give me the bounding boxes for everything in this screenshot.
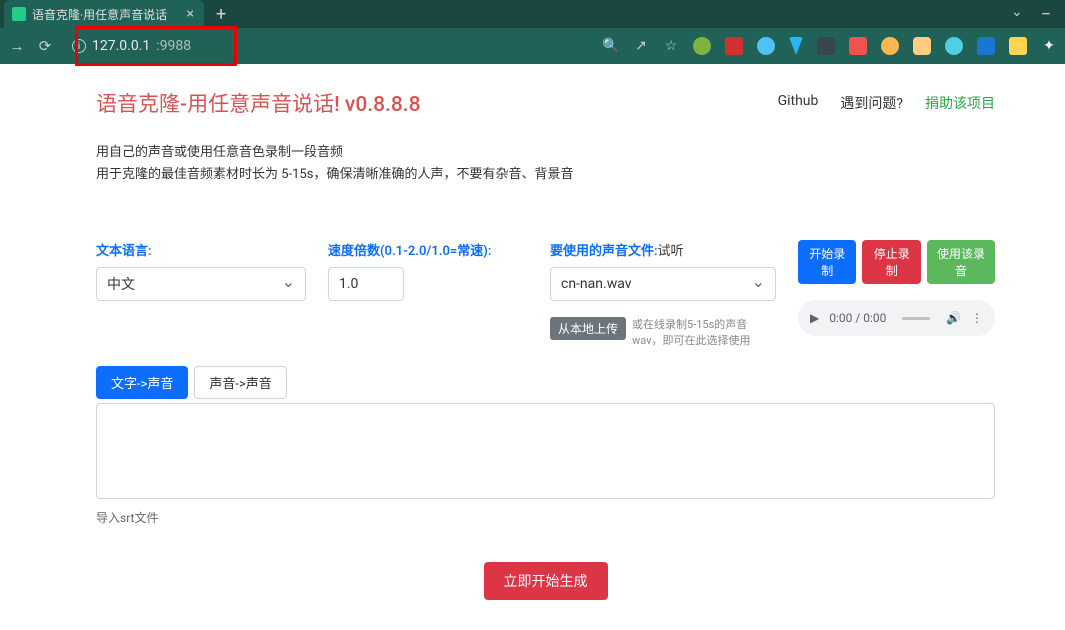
header-links: Github 遇到问题? 捐助该项目 <box>778 93 995 113</box>
audio-track[interactable] <box>902 317 930 320</box>
generate-row: 立即开始生成 <box>96 562 995 600</box>
generate-button[interactable]: 立即开始生成 <box>484 562 608 600</box>
reload-icon[interactable]: ⟳ <box>36 37 54 55</box>
extension-icon-11[interactable] <box>1009 37 1027 55</box>
window-controls: ⌄ − <box>1011 4 1065 25</box>
lang-label: 文本语言: <box>96 240 306 259</box>
description: 用自己的声音或使用任意音色录制一段音频 用于克隆的最佳音频素材时长为 5-15s… <box>96 142 995 186</box>
tab-title: 语音克隆·用任意声音说话 <box>32 6 181 23</box>
speed-column: 速度倍数(0.1-2.0/1.0=常速): <box>328 240 528 348</box>
start-record-button[interactable]: 开始录制 <box>798 240 856 284</box>
audio-player[interactable]: ▶ 0:00 / 0:00 🔊 ⋮ <box>798 300 995 336</box>
window-minimize-icon[interactable]: ⌄ <box>1011 4 1023 25</box>
extensions-puzzle-icon[interactable]: ✦ <box>1041 38 1057 54</box>
voice-column: 要使用的声音文件:试听 cn-nan.wav 从本地上传 或在线录制5-15s的… <box>550 240 776 348</box>
play-icon[interactable]: ▶ <box>810 311 819 325</box>
extension-icon-4[interactable] <box>789 37 803 55</box>
voice-select[interactable]: cn-nan.wav <box>550 267 776 301</box>
tab-close-icon[interactable]: × <box>187 6 194 22</box>
extension-icon-6[interactable] <box>849 37 867 55</box>
tab-text-to-voice[interactable]: 文字->声音 <box>96 366 188 399</box>
text-input[interactable] <box>96 403 995 499</box>
extension-icon-2[interactable] <box>725 37 743 55</box>
description-line2: 用于克隆的最佳音频素材时长为 5-15s，确保清晰准确的人声，不要有杂音、背景音 <box>96 164 995 186</box>
share-icon[interactable]: ↗ <box>633 38 649 54</box>
info-icon: i <box>72 39 86 53</box>
extension-icon-8[interactable] <box>913 37 931 55</box>
upload-hint: 或在线录制5-15s的声音wav，即可在此选择使用 <box>632 317 776 348</box>
address-bar: → ⟳ i 127.0.0.1 :9988 🔍 ↗ ☆ ✦ <box>0 28 1065 64</box>
description-line1: 用自己的声音或使用任意音色录制一段音频 <box>96 142 995 164</box>
page-header: 语音克隆-用任意声音说话! v0.8.8.8 Github 遇到问题? 捐助该项… <box>96 88 995 118</box>
extension-icon-1[interactable] <box>693 37 711 55</box>
page-title: 语音克隆-用任意声音说话! v0.8.8.8 <box>96 88 421 118</box>
audio-time: 0:00 / 0:00 <box>829 311 886 325</box>
browser-tab-bar: 语音克隆·用任意声音说话 × + ⌄ − <box>0 0 1065 28</box>
forward-icon[interactable]: → <box>8 37 26 55</box>
audio-menu-icon[interactable]: ⋮ <box>971 311 983 325</box>
mode-tabs: 文字->声音 声音->声音 <box>96 366 995 399</box>
import-srt-link[interactable]: 导入srt文件 <box>96 509 995 526</box>
url-box[interactable]: i 127.0.0.1 :9988 <box>64 34 199 58</box>
volume-icon[interactable]: 🔊 <box>946 311 961 325</box>
lang-select[interactable]: 中文 <box>96 267 306 301</box>
search-icon[interactable]: 🔍 <box>603 38 619 54</box>
textarea-wrap <box>96 403 995 503</box>
tab-favicon <box>12 7 26 21</box>
tab-voice-to-voice[interactable]: 声音->声音 <box>194 366 286 399</box>
speed-label: 速度倍数(0.1-2.0/1.0=常速): <box>328 240 528 259</box>
extension-icon-7[interactable] <box>881 37 899 55</box>
lang-value: 中文 <box>107 274 135 294</box>
faq-link[interactable]: 遇到问题? <box>840 93 903 113</box>
extension-icon-3[interactable] <box>757 37 775 55</box>
extension-icon-10[interactable] <box>977 37 995 55</box>
lang-column: 文本语言: 中文 <box>96 240 306 348</box>
page-content: 语音克隆-用任意声音说话! v0.8.8.8 Github 遇到问题? 捐助该项… <box>0 64 1065 630</box>
extension-icon-9[interactable] <box>945 37 963 55</box>
voice-label: 要使用的声音文件:试听 <box>550 240 776 259</box>
voice-preview-link[interactable]: 试听 <box>658 244 684 259</box>
browser-tab[interactable]: 语音克隆·用任意声音说话 × <box>4 0 204 28</box>
form-row-top: 文本语言: 中文 速度倍数(0.1-2.0/1.0=常速): 要使用的声音文件:… <box>96 240 995 348</box>
url-port: :9988 <box>156 38 191 54</box>
upload-row: 从本地上传 或在线录制5-15s的声音wav，即可在此选择使用 <box>550 317 776 348</box>
github-link[interactable]: Github <box>778 93 819 113</box>
form-card: 文本语言: 中文 速度倍数(0.1-2.0/1.0=常速): 要使用的声音文件:… <box>96 222 995 630</box>
record-column: 开始录制 停止录制 使用该录音 ▶ 0:00 / 0:00 🔊 ⋮ <box>798 240 995 348</box>
use-record-button[interactable]: 使用该录音 <box>927 240 995 284</box>
star-icon[interactable]: ☆ <box>663 38 679 54</box>
voice-value: cn-nan.wav <box>561 276 632 292</box>
speed-input[interactable] <box>328 267 404 301</box>
voice-label-text: 要使用的声音文件: <box>550 244 658 259</box>
new-tab-button[interactable]: + <box>216 4 226 25</box>
donate-link[interactable]: 捐助该项目 <box>925 93 995 113</box>
url-host: 127.0.0.1 <box>92 38 150 54</box>
upload-button[interactable]: 从本地上传 <box>550 317 626 340</box>
record-buttons: 开始录制 停止录制 使用该录音 <box>798 240 995 284</box>
stop-record-button[interactable]: 停止录制 <box>862 240 920 284</box>
window-minimize2-icon[interactable]: − <box>1041 4 1051 25</box>
extension-icon-5[interactable] <box>817 37 835 55</box>
